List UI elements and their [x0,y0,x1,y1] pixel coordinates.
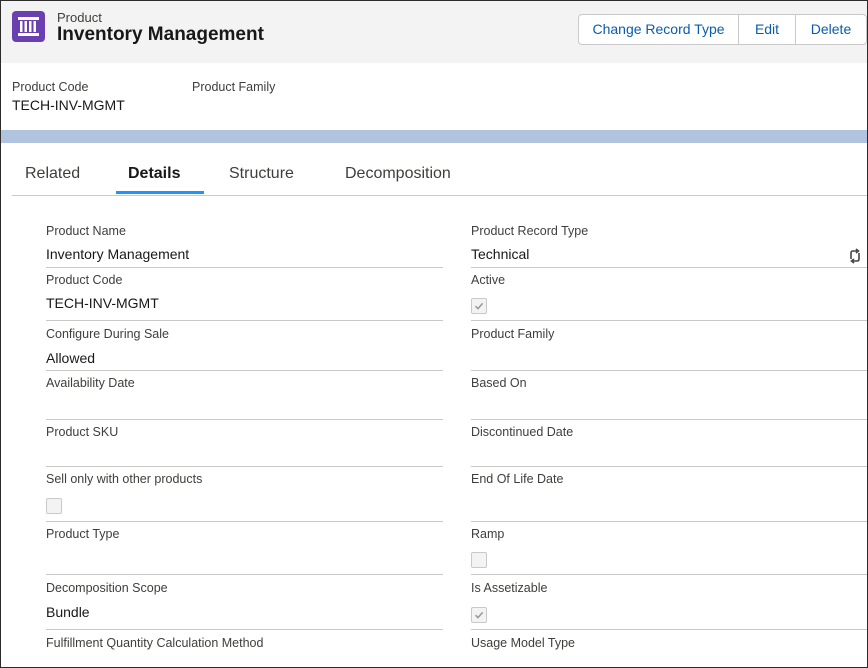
field-divider [46,419,443,420]
field-label: Discontinued Date [471,425,574,439]
field-label: Configure During Sale [46,327,169,341]
field-label: Decomposition Scope [46,581,168,595]
field-divider [471,574,867,575]
active-checkbox [471,298,487,314]
divider-band [1,130,867,143]
field-divider [471,419,867,420]
field-label: Product Type [46,527,120,541]
field-divider [471,521,867,522]
field-divider [46,320,443,321]
field-divider [471,267,867,268]
field-label: Product SKU [46,425,119,439]
check-icon [474,302,484,310]
field-label: Usage Model Type [471,636,575,650]
sell-only-checkbox [46,498,62,514]
field-divider [46,466,443,467]
object-type-label: Product [57,10,102,25]
field-divider [46,574,443,575]
field-divider [46,629,443,630]
field-value: TECH-INV-MGMT [46,295,159,311]
edit-button[interactable]: Edit [738,15,795,44]
field-divider [471,466,867,467]
field-label: Product Name [46,224,126,238]
ramp-checkbox [471,552,487,568]
field-divider [471,370,867,371]
field-label: Based On [471,376,527,390]
field-label: Availability Date [46,376,135,390]
highlight-label-product-code: Product Code [12,80,89,94]
field-value: Inventory Management [46,246,190,262]
field-label: Fulfillment Quantity Calculation Method [46,636,264,650]
tab-structure[interactable]: Structure [229,165,294,183]
delete-button[interactable]: Delete [795,15,866,44]
record-page: Product Inventory Management Change Reco… [0,0,868,668]
field-label: Active [471,273,506,287]
field-divider [471,320,867,321]
field-label: End Of Life Date [471,472,564,486]
field-divider [46,521,443,522]
action-button-group: Change Record Type Edit Delete [578,14,867,45]
check-icon [474,611,484,619]
is-assetizable-checkbox [471,607,487,623]
field-label: Is Assetizable [471,581,548,595]
field-label: Product Family [471,327,555,341]
field-divider [471,629,867,630]
field-divider [46,370,443,371]
field-label: Sell only with other products [46,472,203,486]
tab-details[interactable]: Details [128,165,180,183]
highlight-label-product-family: Product Family [192,80,276,94]
record-header: Product Inventory Management Change Reco… [1,1,867,63]
field-value: Technical [471,246,530,262]
change-record-type-icon[interactable] [847,248,863,264]
highlight-value-product-code: TECH-INV-MGMT [12,97,125,113]
tab-related[interactable]: Related [25,165,80,183]
field-label: Product Code [46,273,123,287]
product-icon [12,11,45,42]
change-record-type-button[interactable]: Change Record Type [579,15,738,44]
record-title: Inventory Management [57,24,264,45]
field-label: Product Record Type [471,224,589,238]
field-value: Allowed [46,350,96,366]
field-divider [46,267,443,268]
tab-decomposition[interactable]: Decomposition [345,165,451,183]
field-value: Bundle [46,604,90,620]
field-label: Ramp [471,527,505,541]
active-tab-indicator [116,191,204,194]
tab-bar: Related Details Structure Decomposition [12,151,867,196]
